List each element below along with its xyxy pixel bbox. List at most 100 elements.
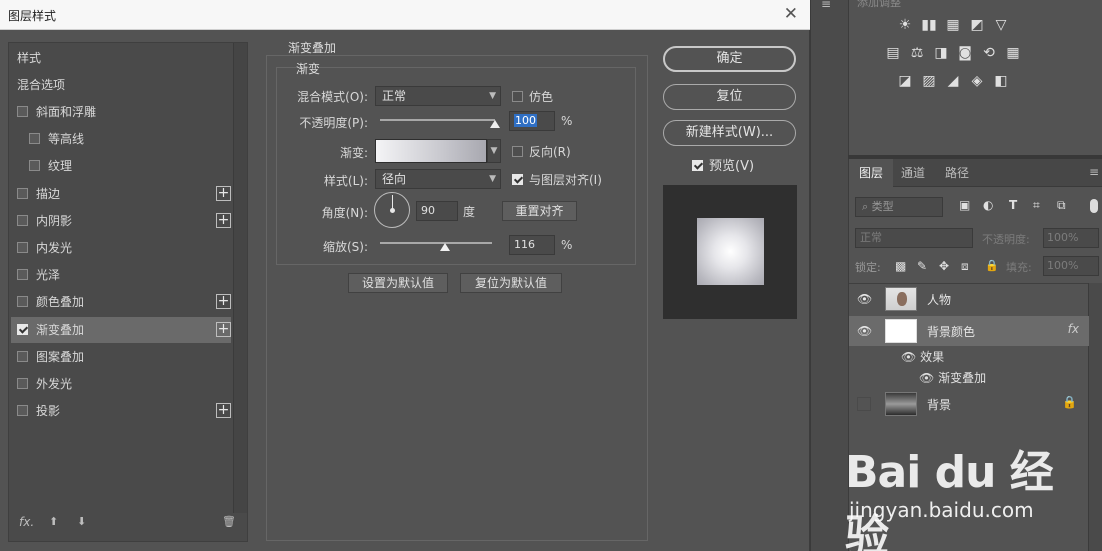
gradient-picker-chevron-icon[interactable]: ▼	[487, 139, 501, 163]
scale-slider-thumb[interactable]	[439, 243, 450, 251]
style-item[interactable]: 描边 +	[11, 181, 231, 207]
reset-alignment-button[interactable]: 重置对齐	[502, 201, 577, 221]
style-checkbox[interactable]	[17, 296, 28, 308]
dither-checkbox[interactable]: 仿色	[512, 88, 553, 105]
style-checkbox[interactable]	[17, 106, 28, 117]
close-icon[interactable]: ✕	[784, 4, 798, 24]
style-checkbox[interactable]	[17, 242, 28, 253]
style-checkbox[interactable]	[17, 378, 28, 389]
preview-checkbox[interactable]: 预览(V)	[692, 155, 754, 174]
effect-gradient-overlay-row[interactable]: 👁 渐变叠加	[919, 369, 986, 386]
add-effect-plus-icon[interactable]: +	[216, 294, 231, 310]
layer-row-person[interactable]: 👁 人物	[849, 284, 1089, 314]
scale-input[interactable]: 116	[509, 235, 555, 255]
styles-list-scrollbar[interactable]	[233, 43, 247, 513]
opacity-slider-track[interactable]	[380, 119, 495, 121]
adjustment-icon[interactable]: ◢	[945, 73, 961, 89]
trash-icon[interactable]: 🗑	[222, 515, 236, 528]
move-down-icon[interactable]: ⬇	[77, 515, 86, 528]
adjustment-icon[interactable]: ▦	[1005, 45, 1021, 61]
adjustment-icon[interactable]: ◨	[933, 45, 949, 61]
style-item[interactable]: 斜面和浮雕	[11, 99, 231, 125]
angle-dial[interactable]	[374, 192, 410, 228]
layer-row-background-color[interactable]: 👁 背景颜色 fx	[849, 316, 1089, 346]
style-item[interactable]: 外发光	[11, 371, 231, 397]
style-checkbox[interactable]	[17, 350, 28, 362]
style-item[interactable]: 颜色叠加 +	[11, 289, 231, 315]
reset-button[interactable]: 复位	[663, 84, 796, 110]
adjustment-icon[interactable]: ▤	[885, 45, 901, 61]
style-item[interactable]: 纹理	[23, 153, 231, 179]
add-effect-plus-icon[interactable]: +	[216, 212, 231, 228]
adjustment-icon[interactable]: ▮▮	[921, 17, 937, 33]
style-item[interactable]: 内发光	[11, 235, 231, 261]
layer-row-background[interactable]: 背景 🔒	[849, 389, 1089, 419]
type-filter-icon[interactable]: T	[1009, 198, 1023, 212]
style-checkbox[interactable]	[29, 160, 40, 172]
tab-layers[interactable]: 图层	[849, 159, 894, 187]
blend-mode-select[interactable]: 正常 ▼	[375, 86, 501, 106]
fx-menu-icon[interactable]: fx.	[19, 515, 34, 529]
new-style-button[interactable]: 新建样式(W)...	[663, 120, 796, 146]
reverse-checkbox[interactable]: 反向(R)	[512, 143, 571, 160]
add-effect-plus-icon[interactable]: +	[216, 321, 231, 337]
adjustment-icon[interactable]: ◧	[993, 73, 1009, 89]
lock-artboard-icon[interactable]: ⧈	[961, 259, 969, 274]
visibility-eye-icon[interactable]: 👁	[857, 324, 872, 338]
lock-transparent-icon[interactable]: ▩	[895, 259, 906, 273]
style-item[interactable]: 光泽	[11, 262, 231, 288]
adjustment-icon[interactable]: ▦	[945, 17, 961, 33]
style-checkbox[interactable]	[17, 214, 28, 226]
adjustment-icon[interactable]: ◈	[969, 73, 985, 89]
adjustment-filter-icon[interactable]: ◐	[983, 198, 997, 212]
lock-image-icon[interactable]: ✎	[917, 259, 927, 273]
align-with-layer-box[interactable]	[512, 174, 523, 185]
layer-blend-mode-select[interactable]: 正常	[855, 228, 973, 248]
adjustment-icon[interactable]: ◙	[957, 45, 973, 61]
filter-toggle[interactable]	[1090, 199, 1098, 213]
layer-filter-select[interactable]: ⌕ 类型	[855, 197, 943, 217]
scale-slider-track[interactable]	[380, 242, 492, 244]
menu-icon[interactable]: ≡	[821, 0, 831, 11]
effects-row[interactable]: 👁 效果	[901, 348, 944, 365]
style-checkbox[interactable]	[17, 323, 28, 335]
styles-header[interactable]: 样式	[11, 45, 231, 71]
ok-button[interactable]: 确定	[663, 46, 796, 72]
fill-input[interactable]: 100%	[1043, 256, 1099, 276]
opacity-slider-thumb[interactable]	[490, 120, 500, 128]
reverse-box[interactable]	[512, 146, 523, 157]
tab-paths[interactable]: 路径	[935, 159, 979, 187]
style-checkbox[interactable]	[29, 133, 40, 145]
adjustment-icon[interactable]: ▨	[921, 73, 937, 89]
visibility-eye-icon[interactable]: 👁	[857, 292, 872, 306]
preview-box[interactable]	[692, 160, 703, 171]
opacity-input[interactable]: 100	[509, 111, 555, 131]
shape-filter-icon[interactable]: ⌗	[1033, 198, 1047, 212]
adjustment-icon[interactable]: ⟲	[981, 45, 997, 61]
adjustment-icon[interactable]: ▽	[993, 17, 1009, 33]
layer-opacity-input[interactable]: 100%	[1043, 228, 1099, 248]
panel-menu-icon[interactable]: ≡	[1089, 165, 1099, 179]
make-default-button[interactable]: 设置为默认值	[348, 273, 448, 293]
style-checkbox[interactable]	[17, 187, 28, 199]
tab-channels[interactable]: 通道	[891, 159, 935, 187]
lock-all-icon[interactable]: 🔒	[985, 259, 999, 272]
gradient-swatch[interactable]	[375, 139, 487, 163]
smart-object-filter-icon[interactable]: ⧉	[1057, 198, 1071, 212]
adjustment-icon[interactable]: ◪	[897, 73, 913, 89]
adjustment-icon[interactable]: ☀	[897, 17, 913, 33]
style-item[interactable]: 渐变叠加 +	[11, 316, 231, 343]
lock-position-icon[interactable]: ✥	[939, 259, 949, 273]
add-effect-plus-icon[interactable]: +	[216, 403, 231, 419]
angle-input[interactable]: 90	[416, 201, 458, 221]
gradient-style-select[interactable]: 径向 ▼	[375, 169, 501, 189]
align-with-layer-checkbox[interactable]: 与图层对齐(I)	[512, 171, 602, 188]
visibility-toggle-empty[interactable]	[857, 397, 871, 411]
lock-icon[interactable]: 🔒	[1062, 395, 1077, 409]
style-checkbox[interactable]	[17, 269, 28, 281]
dither-box[interactable]	[512, 91, 523, 102]
blend-options-item[interactable]: 混合选项	[11, 72, 231, 98]
style-item[interactable]: 等高线	[23, 126, 231, 152]
reset-to-default-button[interactable]: 复位为默认值	[460, 273, 562, 293]
style-item[interactable]: 内阴影 +	[11, 208, 231, 234]
